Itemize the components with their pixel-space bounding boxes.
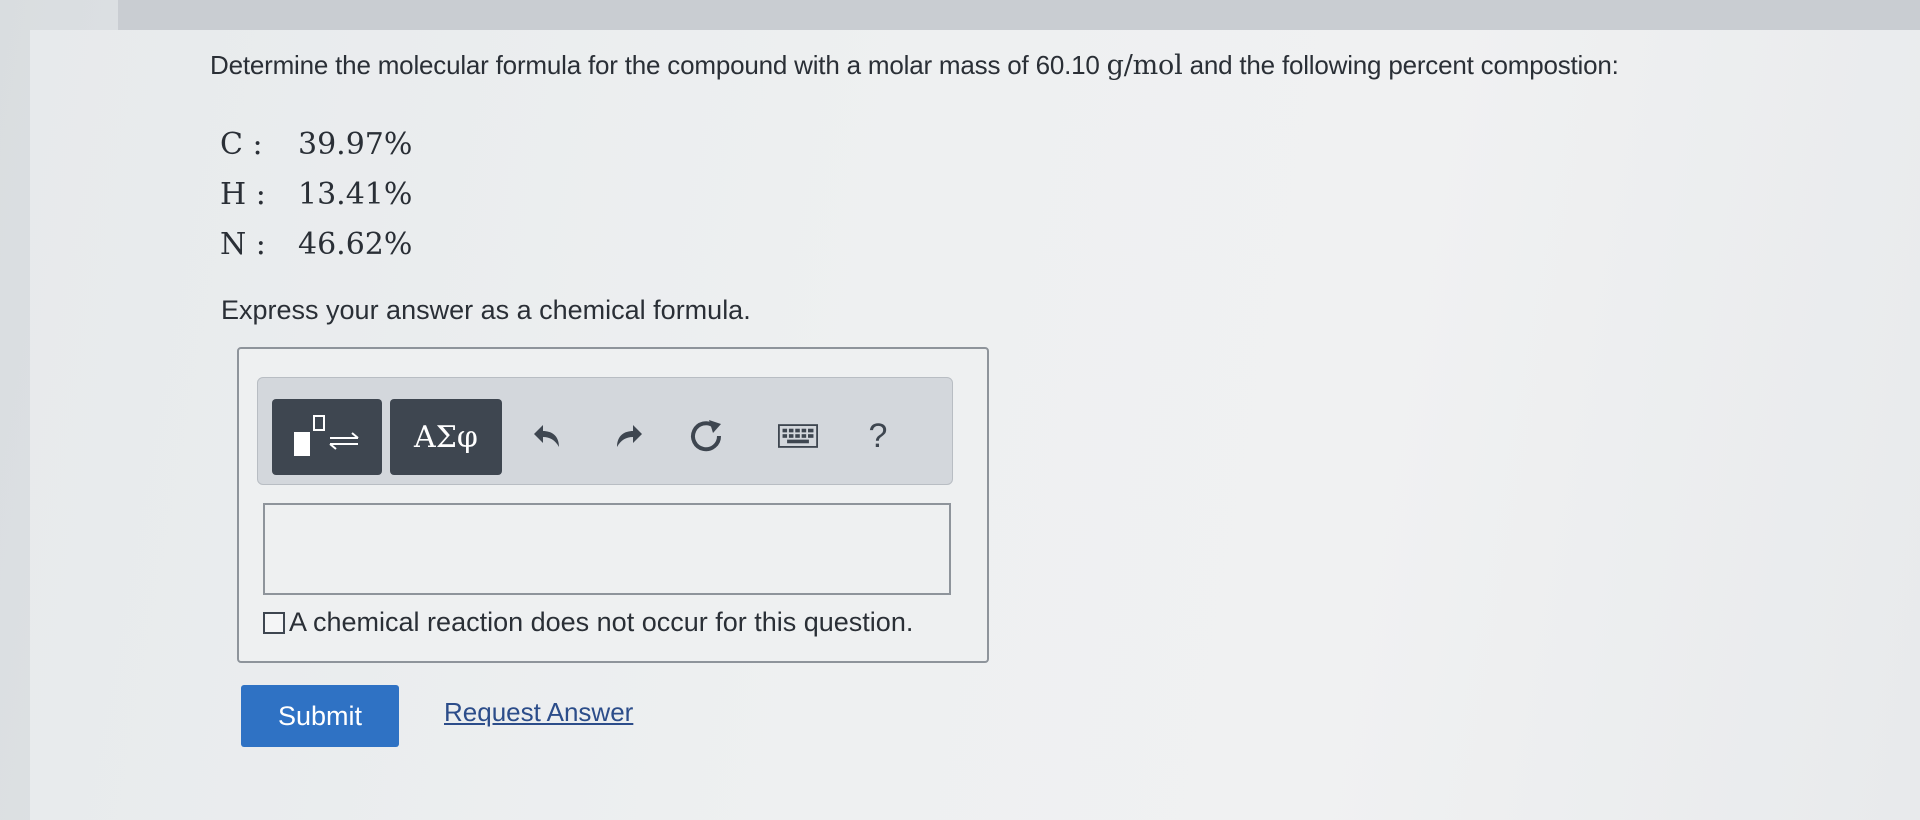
help-button[interactable]: ? [858, 414, 898, 458]
reset-button[interactable] [686, 414, 726, 458]
formula-answer-input[interactable] [263, 503, 951, 595]
answer-instruction: Express your answer as a chemical formul… [221, 295, 751, 325]
redo-icon [617, 425, 642, 447]
element-symbol: H : [220, 177, 266, 212]
no-reaction-checkbox[interactable] [263, 611, 285, 634]
element-percent: 39.97% [298, 127, 413, 162]
question-text: Determine the molecular formula for the … [210, 50, 1619, 81]
help-icon: ? [868, 416, 888, 455]
symbols-button[interactable]: ΑΣφ [390, 399, 502, 475]
submit-button[interactable]: Submit [241, 685, 399, 747]
question-suffix: and the following percent compostion: [1182, 50, 1619, 80]
reset-icon [691, 420, 722, 452]
keyboard-icon [778, 424, 818, 448]
browser-top-bar [118, 0, 1920, 30]
question-prefix: Determine the molecular formula for the … [210, 50, 1107, 80]
molar-mass-unit: g/mol [1106, 50, 1183, 81]
element-symbol: C : [220, 127, 263, 162]
element-symbol: N : [220, 227, 266, 262]
math-toolbar: ΑΣφ ? [257, 377, 953, 485]
keyboard-button[interactable] [778, 414, 818, 458]
composition-row-hydrogen: H : 13.41% [220, 177, 412, 212]
request-answer-link[interactable]: Request Answer [444, 697, 633, 728]
element-percent: 46.62% [298, 227, 413, 262]
element-percent: 13.41% [298, 177, 413, 212]
undo-icon [534, 425, 559, 447]
templates-icon [294, 415, 359, 456]
composition-row-carbon: C : 39.97% [220, 127, 412, 162]
composition-row-nitrogen: N : 46.62% [220, 227, 412, 262]
undo-button[interactable] [528, 414, 568, 458]
no-reaction-option[interactable]: A chemical reaction does not occur for t… [263, 607, 913, 638]
templates-button[interactable] [272, 399, 382, 475]
redo-button[interactable] [608, 414, 648, 458]
no-reaction-label: A chemical reaction does not occur for t… [289, 607, 914, 637]
answer-box: ΑΣφ ? A chemical reaction does not occur… [237, 347, 989, 663]
